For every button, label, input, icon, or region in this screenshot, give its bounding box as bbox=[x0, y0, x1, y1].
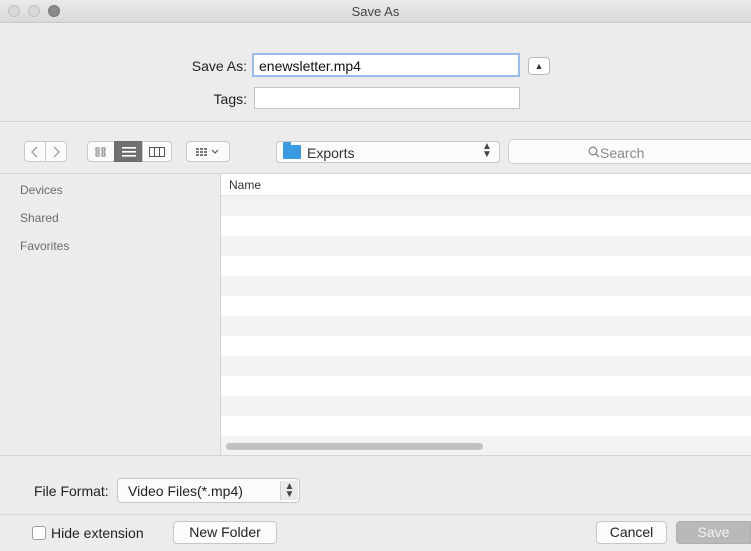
back-icon bbox=[31, 146, 38, 157]
file-format-label: File Format: bbox=[34, 483, 109, 499]
filename-input[interactable]: enewsletter.mp4 bbox=[252, 53, 520, 77]
folder-icon bbox=[283, 142, 301, 159]
location-label: Exports bbox=[307, 145, 355, 161]
list-row bbox=[221, 276, 751, 296]
window-title: Save As bbox=[351, 4, 400, 19]
group-view-button[interactable] bbox=[186, 141, 230, 162]
list-view-button[interactable] bbox=[114, 141, 143, 162]
list-view-icon bbox=[121, 146, 136, 157]
sidebar-item-favorites[interactable]: Favorites bbox=[20, 239, 69, 253]
list-row bbox=[221, 296, 751, 316]
hide-extension-label[interactable]: Hide extension bbox=[51, 525, 144, 541]
column-view-button[interactable] bbox=[142, 141, 172, 162]
divider bbox=[0, 121, 751, 122]
column-header-name[interactable]: Name bbox=[221, 174, 751, 196]
list-row bbox=[221, 416, 751, 436]
save-button[interactable]: Save bbox=[676, 521, 751, 544]
updown-icon: ▲ ▼ bbox=[482, 141, 492, 160]
column-header-label: Name bbox=[229, 178, 262, 192]
list-row bbox=[221, 316, 751, 336]
new-folder-button[interactable]: New Folder bbox=[173, 521, 277, 544]
chevron-up-icon: ▲ bbox=[534, 61, 544, 71]
file-format-value: Video Files(*.mp4) bbox=[128, 483, 243, 499]
sidebar-item-devices[interactable]: Devices bbox=[20, 183, 63, 197]
list-row bbox=[221, 256, 751, 276]
tags-input[interactable] bbox=[254, 87, 520, 109]
list-row bbox=[221, 396, 751, 416]
expand-dialog-button[interactable]: ▲ bbox=[528, 57, 550, 75]
list-row bbox=[221, 216, 751, 236]
list-row bbox=[221, 336, 751, 356]
file-list[interactable]: Name bbox=[221, 174, 751, 455]
list-row bbox=[221, 196, 751, 216]
horizontal-scrollbar[interactable] bbox=[226, 443, 483, 450]
icon-view-button[interactable] bbox=[87, 141, 115, 162]
back-button[interactable] bbox=[24, 141, 46, 162]
updown-icon: ▲ ▼ bbox=[280, 481, 298, 500]
list-row bbox=[221, 236, 751, 256]
save-as-label: Save As: bbox=[191, 58, 247, 74]
cancel-button[interactable]: Cancel bbox=[596, 521, 667, 544]
list-row bbox=[221, 356, 751, 376]
forward-icon bbox=[53, 146, 60, 157]
search-placeholder: Search bbox=[600, 145, 645, 161]
forward-button[interactable] bbox=[45, 141, 67, 162]
title-bar: Save As bbox=[0, 0, 751, 23]
group-view-icon bbox=[196, 147, 219, 156]
tags-label: Tags: bbox=[213, 91, 247, 107]
icon-view-icon bbox=[95, 147, 106, 156]
sidebar-item-shared[interactable]: Shared bbox=[20, 211, 59, 225]
search-icon bbox=[588, 146, 600, 158]
column-view-icon bbox=[149, 146, 165, 157]
list-row bbox=[221, 376, 751, 396]
hide-extension-checkbox[interactable] bbox=[32, 526, 46, 540]
divider bbox=[0, 514, 751, 515]
